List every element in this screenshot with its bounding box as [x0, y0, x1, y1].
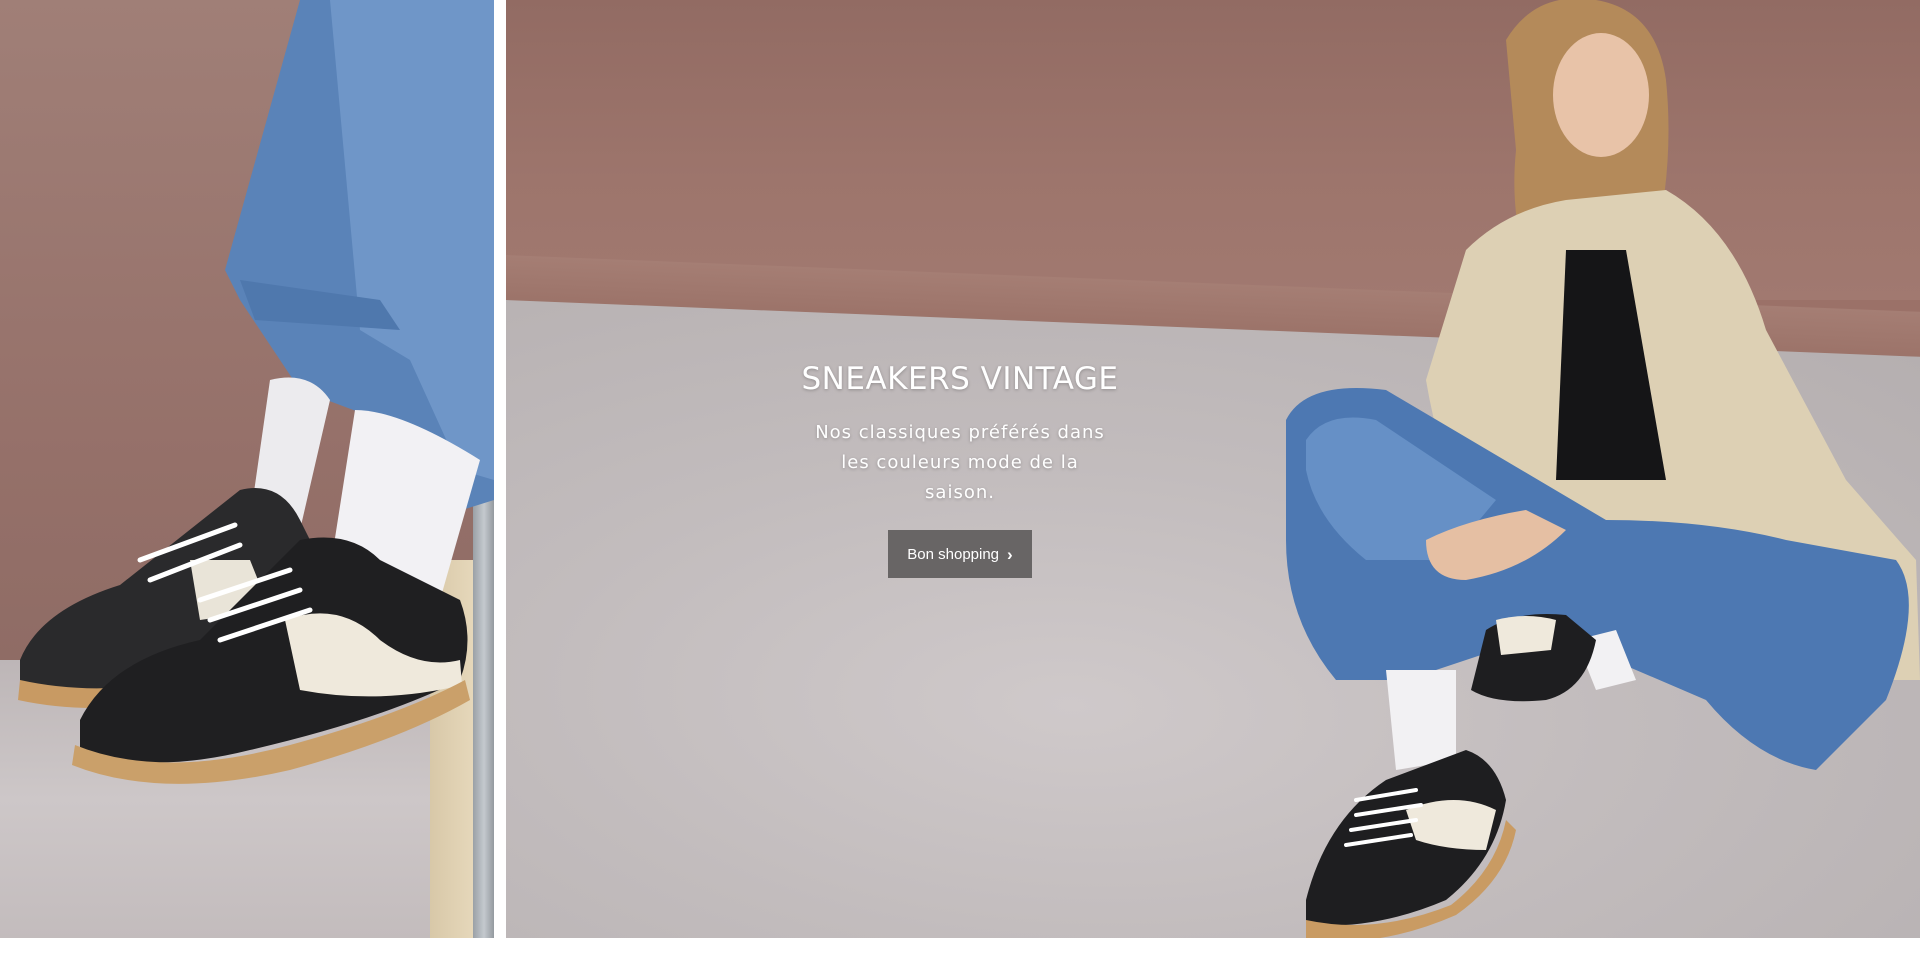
page: SNEAKERS VINTAGE Nos classiques préférés… — [0, 0, 1920, 953]
chevron-right-icon: › — [1007, 544, 1013, 564]
model-seated-illustration — [1286, 0, 1920, 938]
hero-content: SNEAKERS VINTAGE Nos classiques préférés… — [760, 350, 1160, 578]
banner-image-right[interactable] — [506, 0, 1920, 938]
hero-title: SNEAKERS VINTAGE — [801, 361, 1119, 397]
panel-divider — [494, 0, 506, 938]
shop-now-label: Bon shopping — [907, 545, 1000, 563]
sneakers-legs-illustration — [18, 0, 494, 784]
shop-now-button[interactable]: Bon shopping › — [888, 530, 1032, 578]
hero-subtitle: Nos classiques préférés dans les couleur… — [815, 422, 1105, 503]
banner-image-left[interactable] — [0, 0, 494, 938]
